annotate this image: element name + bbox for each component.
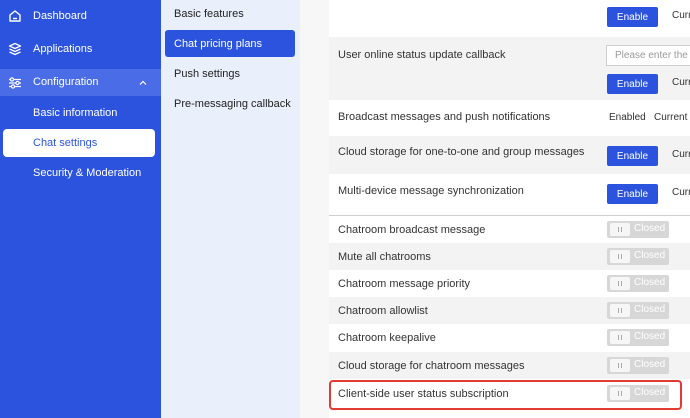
row-label: Broadcast messages and push notification… [338,111,551,123]
chatroom-keepalive-toggle[interactable]: Closed [607,329,669,346]
enabled-status: Enabled [609,112,646,123]
nav-configuration-label: Configuration [33,76,99,88]
row-label: Chatroom broadcast message [338,224,486,236]
row-label: Cloud storage for chatroom messages [338,360,525,372]
nav-configuration[interactable]: Configuration [0,69,161,96]
chatroom-allowlist-toggle[interactable]: Closed [607,302,669,319]
settings-row-mute-all-chatrooms: Mute all chatrooms Closed [329,243,690,270]
callback-url-input[interactable]: Please enter the [606,45,690,66]
nav-dashboard[interactable]: Dashboard [0,1,161,31]
enable-button-online-status[interactable]: Enable [607,74,658,94]
sidebar-item-basic-information[interactable]: Basic information [0,99,161,127]
settings-row-multi-device-sync: Multi-device message synchronization Ena… [329,174,690,214]
toggle-state: Closed [634,359,666,370]
subnav-basic-features[interactable]: Basic features [165,0,295,27]
row-label: User online status update callback [338,49,506,61]
toggle-knob [610,250,630,263]
sidebar-item-chat-settings[interactable]: Chat settings [3,129,155,157]
chatroom-cloud-storage-toggle[interactable]: Closed [607,357,669,374]
enable-button-top[interactable]: Enable [607,7,658,27]
chatroom-priority-toggle[interactable]: Closed [607,275,669,292]
toggle-knob [610,331,630,344]
toggle-state: Closed [634,223,666,234]
row-label: Chatroom keepalive [338,332,436,344]
toggle-state: Closed [634,304,666,315]
settings-row-chatroom-cloud-storage: Cloud storage for chatroom messages Clos… [329,352,690,379]
settings-row-broadcast-push: Broadcast messages and push notification… [329,100,690,136]
subnav-pre-messaging-callback[interactable]: Pre-messaging callback [165,90,295,117]
sidebar-item-security-moderation[interactable]: Security & Moderation [0,159,161,187]
toggle-state: Closed [634,250,666,261]
enable-button-multi-device[interactable]: Enable [607,184,658,204]
nav-applications[interactable]: Applications [0,34,161,64]
highlight-annotation [329,380,682,410]
current-status: Current [654,112,688,123]
content-area: Enable Curre User online status update c… [300,0,690,418]
nav-applications-label: Applications [33,43,93,55]
current-status: Curr [672,77,690,88]
row-label: Cloud storage for one-to-one and group m… [338,146,585,158]
cube-icon [8,42,22,56]
nav-dashboard-label: Dashboard [33,10,87,22]
current-status: Curr [672,149,690,160]
row-label: Multi-device message synchronization [338,185,524,197]
enable-button-cloud-storage[interactable]: Enable [607,146,658,166]
settings-row-cloud-storage: Cloud storage for one-to-one and group m… [329,136,690,174]
home-icon [9,10,21,22]
settings-panel: Enable Curre User online status update c… [329,0,690,418]
row-label: Chatroom message priority [338,278,471,290]
chevron-up-icon[interactable] [139,79,147,87]
subnav-push-settings[interactable]: Push settings [165,60,295,87]
main-sidebar: Dashboard Applications Configuration Bas… [0,0,161,418]
settings-row-online-status-callback: User online status update callback Pleas… [329,37,690,100]
mute-all-chatrooms-toggle[interactable]: Closed [607,248,669,265]
settings-row-chatroom-keepalive: Chatroom keepalive Closed [329,324,690,352]
settings-row-chatroom-priority: Chatroom message priority Closed [329,270,690,297]
row-label: Mute all chatrooms [338,251,431,263]
row-label: Chatroom allowlist [338,305,428,317]
settings-row-chatroom-allowlist: Chatroom allowlist Closed [329,297,690,324]
settings-subnav: Basic features Chat pricing plans Push s… [161,0,300,418]
current-status-top: Curre [672,10,690,21]
settings-row-top: Enable Curre [329,0,690,37]
toggle-knob [610,304,630,317]
sliders-icon [9,77,21,89]
current-status: Curr [672,187,690,198]
toggle-state: Closed [634,331,666,342]
toggle-knob [610,223,630,236]
chatroom-broadcast-toggle[interactable]: Closed [607,221,669,238]
toggle-knob [610,359,630,372]
subnav-chat-pricing-plans[interactable]: Chat pricing plans [165,30,295,57]
toggle-state: Closed [634,277,666,288]
toggle-knob [610,277,630,290]
settings-row-chatroom-broadcast: Chatroom broadcast message Closed [329,216,690,243]
